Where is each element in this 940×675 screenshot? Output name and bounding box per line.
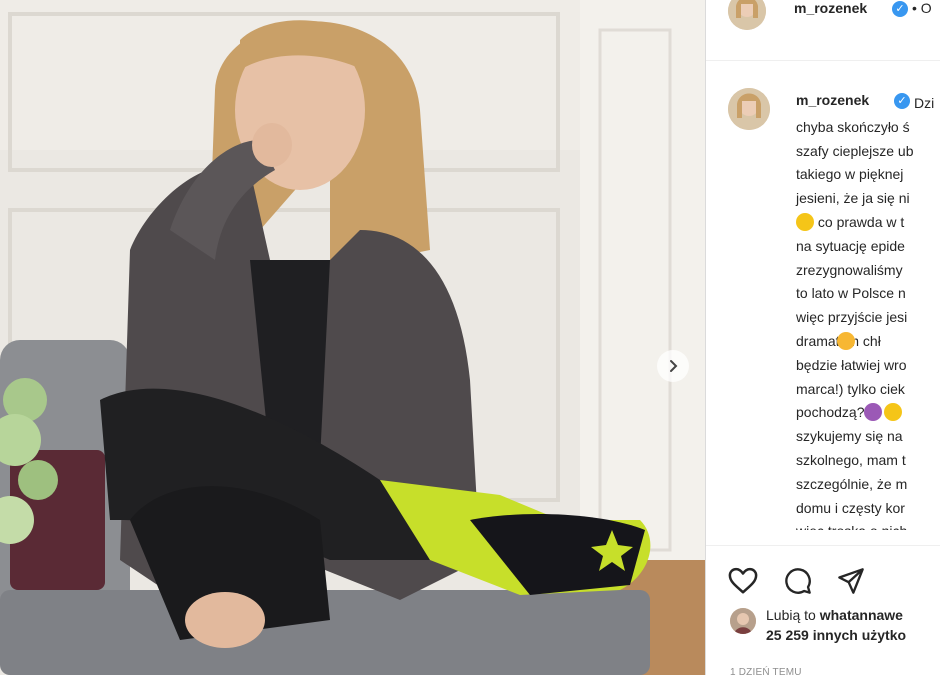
- chevron-right-icon: [670, 360, 678, 372]
- caption-line: Dzi: [914, 95, 935, 111]
- share-icon: [838, 568, 864, 594]
- post-header: m_rozenek ✓ • O: [706, 0, 940, 61]
- post-photo-illustration: [0, 0, 705, 675]
- post-photo[interactable]: [0, 0, 705, 675]
- likes-user-link[interactable]: whatannawe: [820, 607, 903, 623]
- caption-line: zrezygnowaliśmy: [796, 261, 903, 278]
- comment-icon: [785, 568, 811, 594]
- caption-line-shrug: pochodzą?: [796, 401, 940, 425]
- caption-line: domu i częsty kor: [796, 499, 905, 516]
- caption-line: będzie łatwiej wro: [796, 356, 907, 373]
- header-username[interactable]: m_rozenek: [794, 0, 867, 16]
- caption-line: na sytuację epide: [796, 237, 905, 254]
- likes-summary: Lubią to whatannawe 25 259 innych użytko: [766, 605, 906, 645]
- caption-line: szczególnie, że m: [796, 475, 908, 492]
- verified-badge-icon: ✓: [892, 1, 908, 17]
- caption-line: to lato w Polsce n: [796, 285, 906, 302]
- post-side-panel: m_rozenek ✓ • O m_rozenek ✓ Dzi chyba sk…: [705, 0, 940, 675]
- post-caption: Dzi chyba skończyło ś szafy cieplejsze u…: [796, 92, 940, 530]
- like-button[interactable]: [726, 564, 760, 598]
- shrug-emoji-icon: [864, 403, 883, 422]
- post-timestamp[interactable]: 1 DZIEŃ TEMU: [730, 667, 802, 675]
- caption-line: więc troska o nich: [796, 520, 940, 530]
- avatar[interactable]: [728, 0, 766, 30]
- caption-line: jesieni, że ja się ni: [796, 190, 910, 207]
- caption-line-text: pochodzą?: [796, 404, 869, 421]
- header-follow-link[interactable]: • O: [912, 0, 932, 16]
- sun-emoji-icon: [796, 212, 814, 231]
- comment-button[interactable]: [781, 564, 815, 598]
- heart-icon: [728, 567, 758, 594]
- caption-line-wink: dramatem chł: [796, 330, 940, 354]
- likes-count-link[interactable]: 25 259 innych użytko: [766, 627, 906, 643]
- caption-line: takiego w pięknej: [796, 166, 904, 183]
- liker-avatar[interactable]: [730, 608, 756, 634]
- caption-line: szkolnego, mam t: [796, 451, 906, 468]
- caption-line: szykujemy się na: [796, 428, 903, 445]
- caption-line-text: co prawda w t: [814, 213, 905, 230]
- caption-line: marca!) tylko ciek: [796, 380, 905, 397]
- caption-line: chyba skończyło ś: [796, 118, 910, 135]
- grin-emoji-icon: [884, 403, 903, 422]
- share-button[interactable]: [834, 564, 868, 598]
- likes-prefix: Lubią to: [766, 607, 816, 623]
- caption-line: więc przyjście jesi: [796, 309, 908, 326]
- caption-line: szafy cieplejsze ub: [796, 142, 914, 159]
- caption-line-sun: co prawda w t: [796, 211, 940, 235]
- next-photo-button[interactable]: [657, 350, 689, 382]
- caption-avatar[interactable]: [728, 88, 770, 130]
- tongue-emoji-icon: [836, 331, 855, 350]
